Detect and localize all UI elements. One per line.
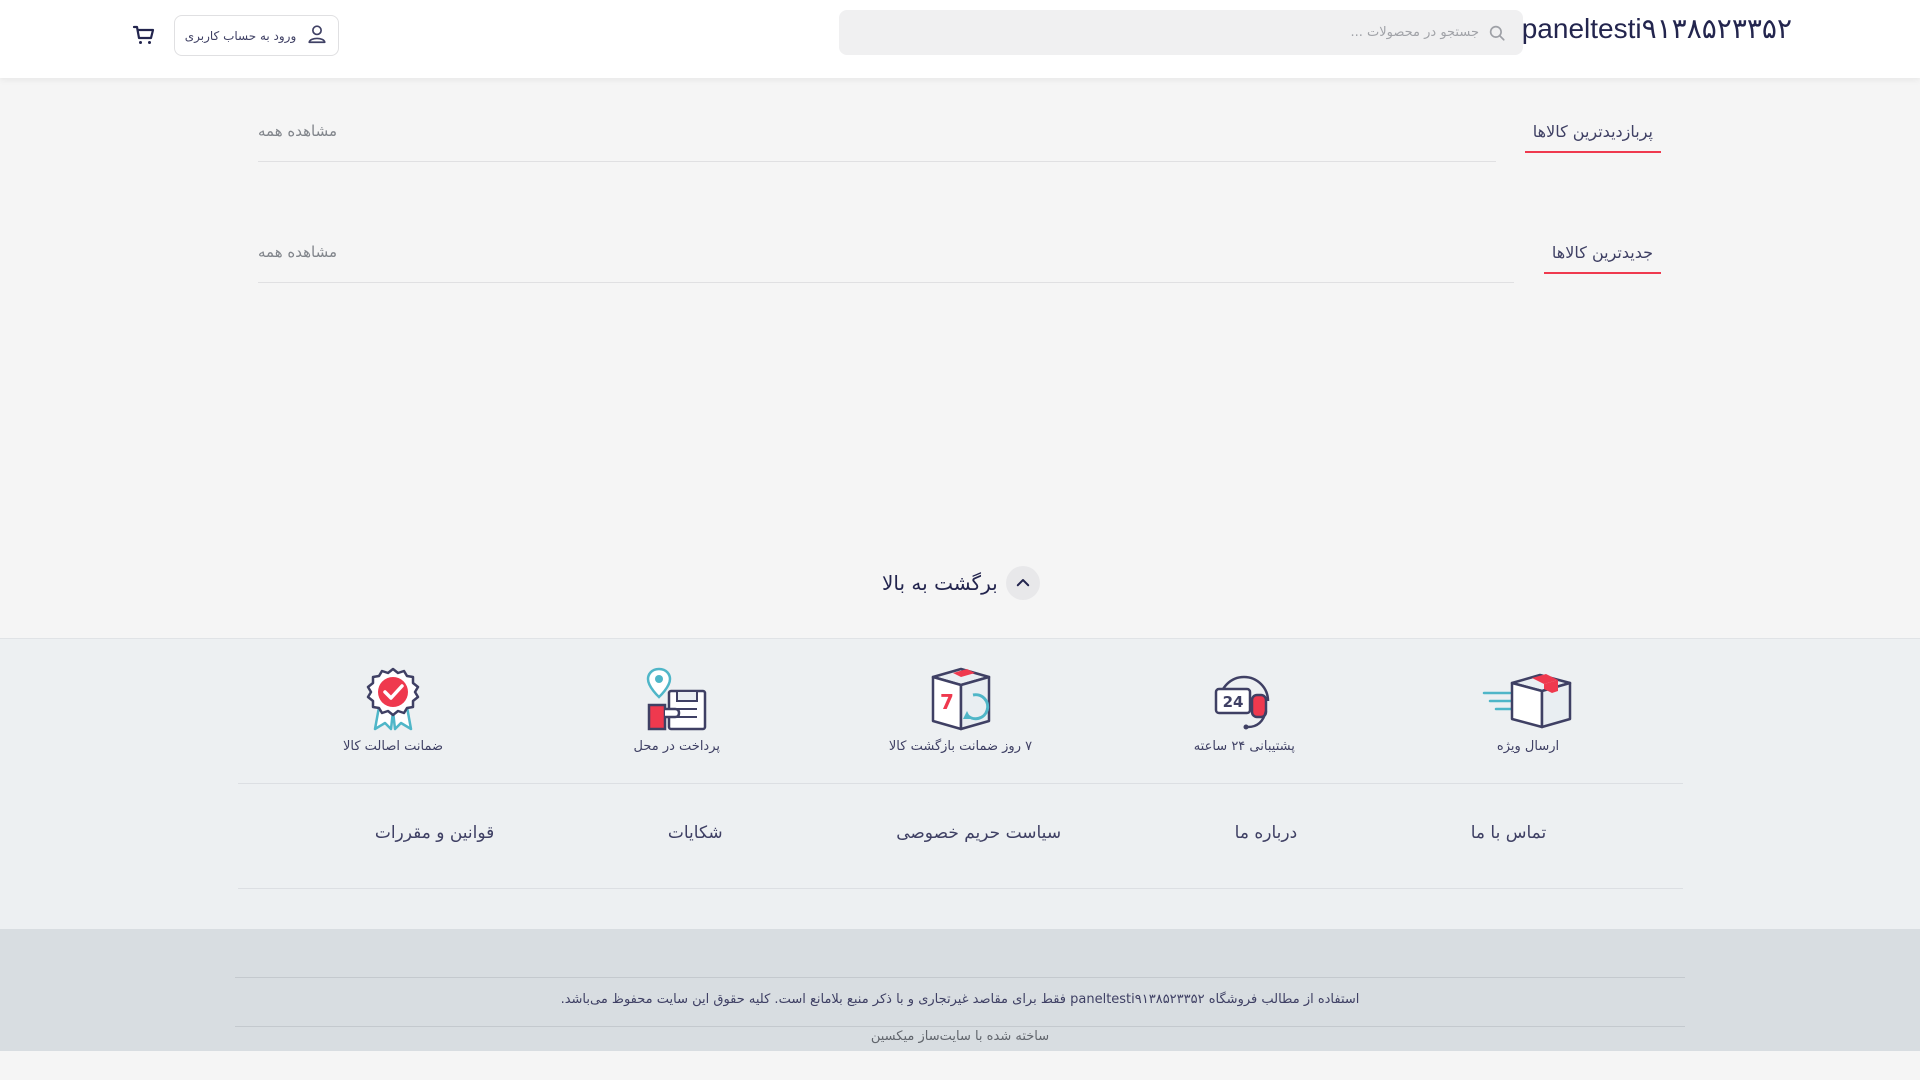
feature-support-24h: 24 پشتیبانی ۲۴ ساعته [1149,667,1339,767]
login-button-label: ورود به حساب کاربری [184,28,297,43]
section-title-newest: جدیدترین کالاها [1543,243,1661,274]
search-input[interactable] [879,10,1479,55]
copyright-text: استفاده از مطالب فروشگاه paneltesti۹۱۳۸۵… [560,992,1360,1007]
features-row: ارسال ویژه 24 پشتیبانی ۲۴ ساعته 7 ۷ روز … [238,667,1683,767]
footer-divider [238,888,1683,889]
footer-divider [238,783,1683,784]
user-icon [306,23,328,48]
newest-section: جدیدترین کالاها مشاهده همه [258,235,1661,283]
view-all-most-viewed-link[interactable]: مشاهده همه [258,122,337,140]
search-box[interactable] [839,10,1523,55]
authenticity-badge-icon [347,667,439,731]
feature-express-delivery: ارسال ویژه [1433,667,1623,767]
feature-label: پشتیبانی ۲۴ ساعته [1193,739,1295,754]
login-button[interactable]: ورود به حساب کاربری [174,15,339,56]
feature-label: ۷ روز ضمانت بازگشت کالا [888,739,1033,754]
copyright-divider [235,977,1685,978]
builder-credit-link[interactable]: ساخته شده با سایت‌ساز میکسین [0,1029,1920,1044]
search-icon[interactable] [1487,23,1507,43]
footer-link-about[interactable]: درباره ما [1235,823,1298,843]
site-logo[interactable]: paneltesti۹۱۳۸۵۲۳۳۵۲ [1522,12,1792,45]
chevron-up-icon [1005,566,1040,600]
copyright-band: استفاده از مطالب فروشگاه paneltesti۹۱۳۸۵… [0,929,1920,1051]
pay-on-delivery-icon [631,667,723,731]
feature-authenticity: ضمانت اصالت کالا [298,667,488,767]
footer-link-complaints[interactable]: شکایات [668,823,723,843]
back-to-top-button[interactable]: برگشت به بالا [882,566,1040,600]
footer-link-privacy[interactable]: سیاست حریم خصوصی [896,823,1061,843]
section-divider [258,282,1514,283]
cart-icon[interactable] [131,22,157,48]
section-title-most-viewed: پربازدیدترین کالاها [1524,122,1661,153]
feature-cash-on-delivery: پرداخت در محل [582,667,772,767]
feature-label: ارسال ویژه [1496,739,1560,754]
copyright-divider [235,1026,1685,1027]
feature-7-day-return: 7 ۷ روز ضمانت بازگشت کالا [866,667,1056,767]
feature-label: پرداخت در محل [633,739,721,754]
delivery-box-icon [1482,667,1574,731]
svg-text:7: 7 [940,690,954,714]
footer-link-contact[interactable]: تماس با ما [1471,823,1547,843]
back-to-top-label: برگشت به بالا [882,571,998,595]
feature-label: ضمانت اصالت کالا [342,739,444,754]
footer: ارسال ویژه 24 پشتیبانی ۲۴ ساعته 7 ۷ روز … [0,638,1920,929]
svg-text:24: 24 [1223,693,1244,711]
footer-link-terms[interactable]: قوانین و مقررات [375,823,494,843]
most-viewed-section: پربازدیدترین کالاها مشاهده همه [258,114,1661,162]
support-24-icon: 24 [1198,667,1290,731]
return-7-days-icon: 7 [915,667,1007,731]
footer-links: تماس با ما درباره ما سیاست حریم خصوصی شک… [238,823,1683,843]
site-header: paneltesti۹۱۳۸۵۲۳۳۵۲ ورود به حساب کاربری [0,0,1920,78]
view-all-newest-link[interactable]: مشاهده همه [258,243,337,261]
section-divider [258,161,1496,162]
